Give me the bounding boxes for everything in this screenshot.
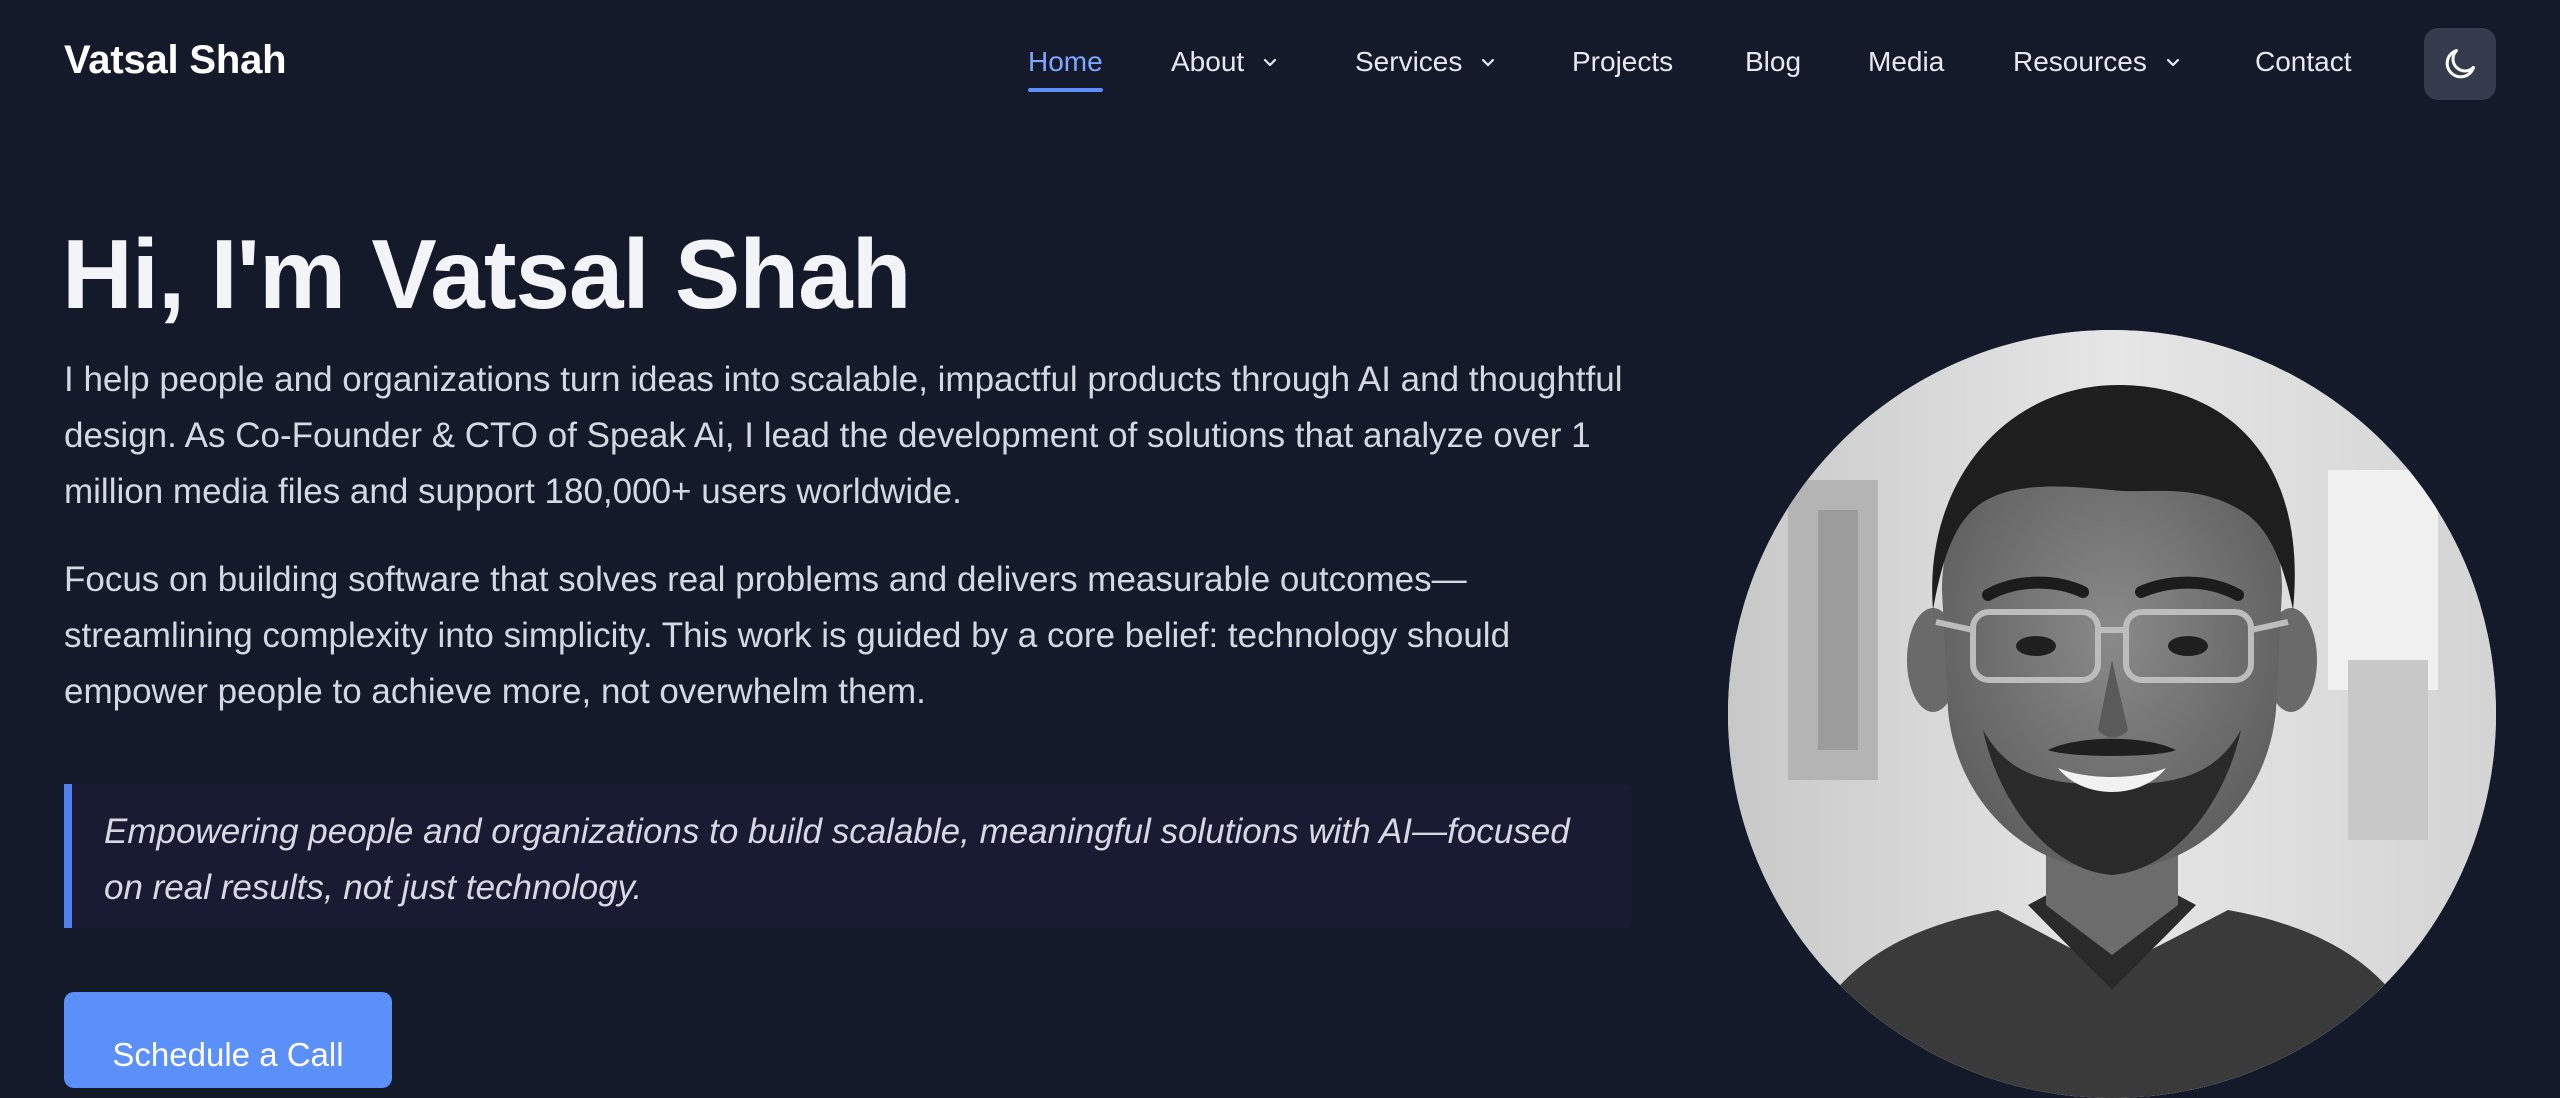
nav-contact[interactable]: Contact bbox=[2255, 46, 2352, 78]
top-navigation: Vatsal Shah Home About Services Projects… bbox=[0, 0, 2560, 128]
nav-resources[interactable]: Resources bbox=[2013, 46, 2181, 78]
mission-quote-text: Empowering people and organizations to b… bbox=[104, 812, 1570, 907]
nav-blog-label: Blog bbox=[1745, 46, 1802, 77]
profile-portrait bbox=[1728, 330, 2496, 1098]
nav-about-label: About bbox=[1171, 46, 1245, 77]
nav-media-label: Media bbox=[1868, 46, 1945, 77]
nav-services-label: Services bbox=[1355, 46, 1463, 77]
schedule-call-button[interactable]: Schedule a Call bbox=[64, 992, 392, 1088]
mission-quote: Empowering people and organizations to b… bbox=[64, 784, 1632, 928]
focus-paragraph: Focus on building software that solves r… bbox=[64, 560, 1511, 711]
hero-title: Hi, I'm Vatsal Shah bbox=[62, 219, 912, 329]
nav-projects-label: Projects bbox=[1572, 46, 1674, 77]
intro-paragraph: I help people and organizations turn ide… bbox=[64, 360, 1623, 511]
nav-home-label: Home bbox=[1028, 46, 1103, 77]
nav-services[interactable]: Services bbox=[1355, 46, 1496, 78]
site-brand[interactable]: Vatsal Shah bbox=[64, 38, 287, 83]
nav-resources-label: Resources bbox=[2013, 46, 2147, 77]
nav-blog[interactable]: Blog bbox=[1745, 46, 1801, 78]
chevron-down-icon bbox=[1264, 58, 1277, 67]
nav-home[interactable]: Home bbox=[1028, 46, 1103, 92]
nav-contact-label: Contact bbox=[2255, 46, 2352, 77]
moon-icon bbox=[2445, 49, 2475, 79]
chevron-down-icon bbox=[2166, 58, 2179, 67]
nav-media[interactable]: Media bbox=[1868, 46, 1944, 78]
nav-about[interactable]: About bbox=[1171, 46, 1278, 78]
chevron-down-icon bbox=[1482, 58, 1495, 67]
theme-toggle-button[interactable] bbox=[2424, 28, 2496, 100]
portrait-photo bbox=[1728, 330, 2496, 1098]
nav-projects[interactable]: Projects bbox=[1572, 46, 1673, 78]
